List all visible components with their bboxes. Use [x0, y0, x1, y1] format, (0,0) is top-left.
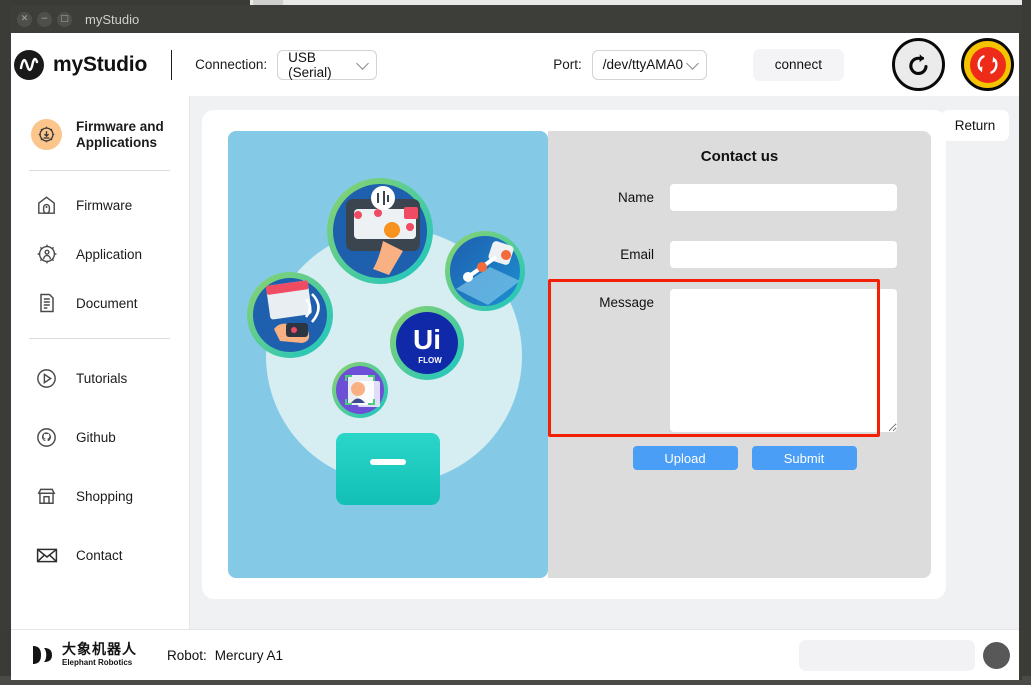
toolbar-divider	[171, 49, 173, 80]
sidebar-divider-2	[29, 337, 170, 339]
minimize-icon[interactable]: −	[37, 11, 52, 27]
sidebar-item-label: Shopping	[76, 488, 134, 504]
footer: 大象机器人 Elephant Robotics Robot: Mercury A…	[11, 629, 1022, 680]
sidebar-item-github[interactable]: Github	[11, 408, 190, 467]
connection-label: Connection:	[195, 57, 268, 72]
applications-collage-illustration: Ui FLOW	[228, 131, 548, 578]
robot-label: Robot:	[167, 647, 207, 663]
sidebar-item-label: Firmware and Applications	[76, 119, 164, 150]
emergency-stop-icon	[969, 46, 1006, 83]
restart-button[interactable]	[892, 38, 945, 91]
sidebar-item-contact[interactable]: Contact	[11, 526, 190, 585]
logo-text: 大象机器人 Elephant Robotics	[62, 643, 137, 667]
elephant-robotics-logo: 大象机器人 Elephant Robotics	[29, 643, 137, 667]
mystudio-logo-icon	[14, 49, 44, 80]
sidebar: Firmware and Applications Firmware Appli…	[11, 96, 190, 629]
titlebar: ✕ − □ myStudio	[11, 5, 1022, 33]
sidebar-item-application[interactable]: Application	[11, 230, 190, 279]
form-actions: Upload Submit	[548, 446, 931, 470]
desktop-left-background	[0, 0, 11, 630]
close-icon[interactable]: ✕	[17, 11, 32, 27]
emergency-stop-button[interactable]	[961, 38, 1014, 91]
chevron-down-icon	[356, 56, 370, 70]
return-button[interactable]: Return	[941, 110, 1009, 141]
sidebar-item-label: Github	[76, 429, 116, 445]
name-label: Name	[617, 190, 654, 205]
sidebar-item-document[interactable]: Document	[11, 279, 190, 328]
screen: ✕ − □ myStudio myStudio Connection: USB …	[0, 0, 1031, 685]
message-label: Message	[599, 295, 654, 310]
name-input[interactable]	[670, 184, 897, 211]
logo-en: Elephant Robotics	[62, 658, 133, 667]
port-select[interactable]: /dev/ttyAMA0	[591, 49, 707, 80]
message-row: Message	[548, 289, 931, 432]
sidebar-item-label: Tutorials	[76, 370, 128, 386]
upload-button[interactable]: Upload	[632, 446, 738, 470]
gear-download-icon	[31, 119, 62, 151]
form-title: Contact us	[700, 148, 779, 165]
toolbar: myStudio Connection: USB (Serial) Port: …	[11, 33, 1022, 96]
svg-text:FLOW: FLOW	[418, 356, 442, 365]
window-title: myStudio	[85, 11, 140, 27]
port-label: Port:	[553, 57, 582, 72]
submit-button[interactable]: Submit	[751, 446, 857, 470]
sidebar-item-label: Document	[76, 295, 138, 311]
chip-home-icon	[31, 190, 62, 221]
content-card: Ui FLOW Contact us Name Email Message Up…	[202, 110, 946, 599]
name-row: Name	[548, 184, 931, 211]
elephant-logo-icon	[33, 646, 52, 664]
play-circle-icon	[31, 363, 62, 394]
application-window: ✕ − □ myStudio myStudio Connection: USB …	[11, 5, 1022, 680]
logo-cn: 大象机器人	[62, 642, 137, 658]
restart-icon	[908, 53, 928, 75]
sidebar-item-firmware[interactable]: Firmware	[11, 181, 190, 230]
gear-person-icon	[31, 239, 62, 270]
desktop-right-background	[1022, 0, 1031, 685]
status-indicator[interactable]	[983, 642, 1010, 669]
connection-select[interactable]: USB (Serial)	[277, 49, 378, 80]
sidebar-item-label: Contact	[76, 547, 123, 563]
store-icon	[31, 481, 62, 512]
port-select-value: /dev/ttyAMA0	[602, 57, 683, 72]
message-input[interactable]	[670, 289, 897, 432]
chevron-down-icon	[685, 56, 699, 70]
envelope-icon	[31, 540, 62, 571]
sidebar-divider-1	[29, 169, 170, 171]
sidebar-item-shopping[interactable]: Shopping	[11, 467, 190, 526]
email-input[interactable]	[670, 241, 897, 268]
sidebar-item-tutorials[interactable]: Tutorials	[11, 349, 190, 408]
sidebar-item-label: Application	[76, 246, 143, 262]
sidebar-item-label: Firmware	[76, 197, 133, 213]
status-bar-field[interactable]	[799, 640, 975, 671]
ui-badge-label: Ui	[413, 324, 441, 355]
brand: myStudio	[14, 49, 148, 80]
main-panel: Return Ui FLOW Contact us Name Email Mes…	[190, 96, 1022, 629]
robot-value: Mercury A1	[214, 647, 284, 663]
github-icon	[31, 422, 62, 453]
window-controls: ✕ − □	[11, 11, 72, 27]
connect-button[interactable]: connect	[752, 48, 844, 81]
body: Firmware and Applications Firmware Appli…	[11, 96, 1022, 629]
contact-form: Contact us Name Email Message Upload Sub…	[548, 131, 931, 578]
maximize-icon[interactable]: □	[57, 11, 72, 27]
window-right-edge	[1019, 33, 1022, 680]
connection-select-value: USB (Serial)	[288, 49, 332, 80]
email-row: Email	[548, 241, 931, 268]
sidebar-item-firmware-and-applications[interactable]: Firmware and Applications	[11, 110, 190, 160]
brand-name: myStudio	[53, 52, 148, 76]
email-label: Email	[620, 247, 654, 262]
document-icon	[31, 288, 62, 319]
